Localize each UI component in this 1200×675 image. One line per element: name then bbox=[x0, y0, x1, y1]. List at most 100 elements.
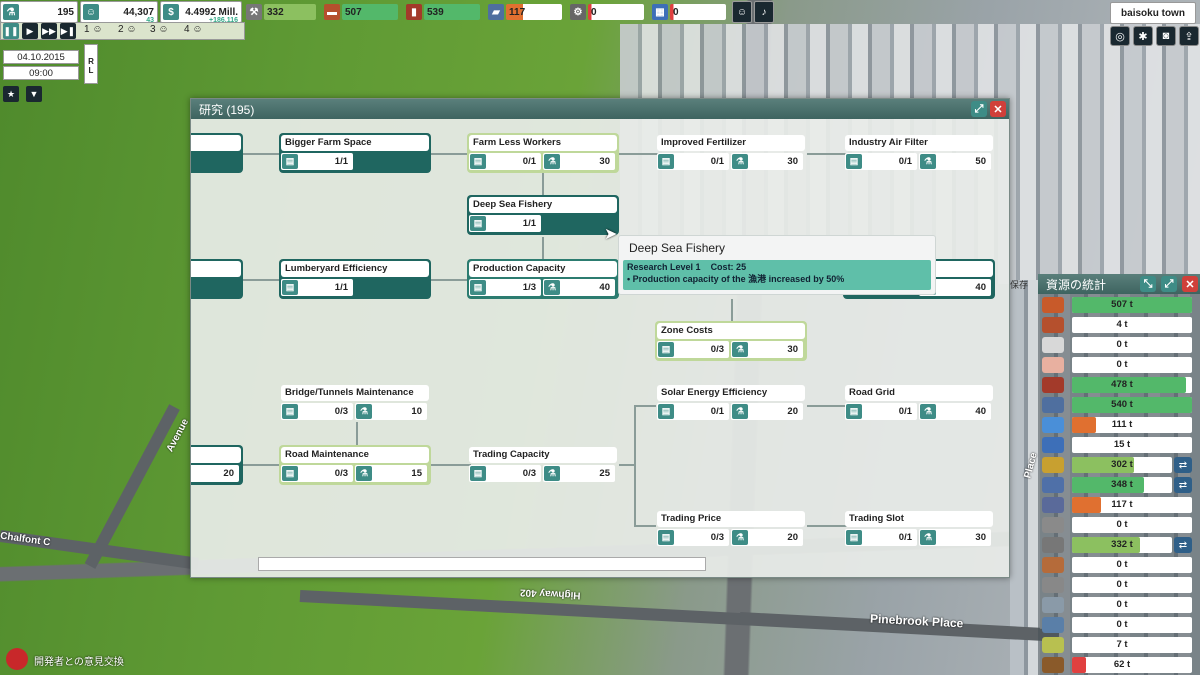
research-node-zone-costs[interactable]: Zone Costs ▤ 0/3 ⚗ 30 bbox=[655, 321, 807, 361]
save-label[interactable]: 保存 bbox=[1010, 278, 1028, 291]
resource-row[interactable]: 332 t ⇄ bbox=[1042, 536, 1192, 554]
stats-expand-button[interactable]: ⤢ bbox=[1161, 276, 1177, 292]
speed-slot-4-label: 4 bbox=[184, 24, 190, 35]
research-node-solar-energy[interactable]: Solar Energy Efficiency ▤ 0/1 ⚗ 20 bbox=[655, 383, 807, 423]
level-icon: ▤ bbox=[282, 404, 298, 419]
bug-report-icon[interactable] bbox=[6, 648, 28, 670]
metal-resource[interactable]: ▰ 117 bbox=[486, 1, 566, 23]
resource-bar: 62 t bbox=[1072, 657, 1192, 673]
resource-row[interactable]: 0 t bbox=[1042, 576, 1192, 594]
research-node-trading-price[interactable]: Trading Price ▤ 0/3 ⚗ 20 bbox=[655, 509, 807, 549]
fast-button[interactable]: ▶▶ bbox=[41, 23, 57, 39]
notification-button[interactable]: ♪ bbox=[754, 1, 774, 23]
favorite-button[interactable]: ★ bbox=[3, 86, 19, 102]
resource-value: 15 t bbox=[1113, 439, 1131, 450]
resource-row[interactable]: 478 t bbox=[1042, 376, 1192, 394]
resource-row[interactable]: 507 t bbox=[1042, 296, 1192, 314]
close-button[interactable]: ✕ bbox=[990, 101, 1006, 117]
research-node-trading-slot[interactable]: Trading Slot ▤ 0/1 ⚗ 30 bbox=[843, 509, 995, 549]
resource-row[interactable]: 62 t bbox=[1042, 656, 1192, 674]
resource-row[interactable]: 7 t bbox=[1042, 636, 1192, 654]
stats-collapse-button[interactable]: ⤡ bbox=[1140, 276, 1156, 292]
trade-swap-icon[interactable]: ⇄ bbox=[1174, 477, 1192, 493]
time-display: 09:00 bbox=[3, 66, 79, 80]
speed-slot-3[interactable]: 3 ☺ bbox=[150, 24, 169, 35]
pause-button[interactable]: ❚❚ bbox=[3, 23, 19, 39]
node-level: 0/3 bbox=[334, 468, 348, 479]
resource-row[interactable]: 348 t ⇄ bbox=[1042, 476, 1192, 494]
flask-icon: ⚗ bbox=[920, 154, 936, 169]
brick-resource[interactable]: ▮ 539 bbox=[404, 1, 484, 23]
research-node-road-maintenance[interactable]: Road Maintenance ▤ 0/3 ⚗ 15 bbox=[279, 445, 431, 485]
resource-row[interactable]: 540 t bbox=[1042, 396, 1192, 414]
research-node-cut-2[interactable] bbox=[191, 259, 243, 299]
research-node-deep-sea-fishery[interactable]: Deep Sea Fishery ▤ 1/1 bbox=[467, 195, 619, 235]
play-button[interactable]: ▶ bbox=[22, 23, 38, 39]
resource-row[interactable]: 117 t bbox=[1042, 496, 1192, 514]
electronics-resource[interactable]: ▦ 0 bbox=[650, 1, 730, 23]
research-node-production-capacity[interactable]: Production Capacity ▤ 1/3 ⚗ 40 bbox=[467, 259, 619, 299]
trade-swap-icon[interactable]: ⇄ bbox=[1174, 537, 1192, 553]
node-cost: 40 bbox=[975, 406, 986, 417]
machine-resource[interactable]: ⚙ 0 bbox=[568, 1, 648, 23]
resource-row[interactable]: 4 t bbox=[1042, 316, 1192, 334]
research-scrollbar[interactable] bbox=[258, 557, 706, 571]
speed-slot-2-label: 2 bbox=[118, 24, 124, 35]
town-name[interactable]: baisoku town bbox=[1110, 2, 1196, 24]
resource-row[interactable]: 0 t bbox=[1042, 556, 1192, 574]
research-node-cut-1[interactable] bbox=[191, 133, 243, 173]
tooltip-cost: Cost: 25 bbox=[710, 262, 747, 272]
research-node-bridge-tunnels[interactable]: Bridge/Tunnels Maintenance ▤ 0/3 ⚗ 10 bbox=[279, 383, 431, 423]
export-button[interactable]: ⇪ bbox=[1179, 26, 1199, 46]
population-stat[interactable]: ☺ 44,307 43 bbox=[80, 1, 158, 24]
filter-button[interactable]: ▼ bbox=[26, 86, 42, 102]
resource-row[interactable]: 0 t bbox=[1042, 596, 1192, 614]
research-node-improved-fertilizer[interactable]: Improved Fertilizer ▤ 0/1 ⚗ 30 bbox=[655, 133, 807, 173]
node-name: Improved Fertilizer bbox=[657, 135, 805, 151]
resource-row[interactable]: 302 t ⇄ bbox=[1042, 456, 1192, 474]
funnel-icon: ▼ bbox=[29, 89, 39, 99]
settings-button[interactable]: ✱ bbox=[1133, 26, 1153, 46]
resource-row[interactable]: 0 t bbox=[1042, 616, 1192, 634]
resource-row[interactable]: 15 t bbox=[1042, 436, 1192, 454]
money-value: 4.4992 Mill. bbox=[185, 6, 238, 18]
fastest-button[interactable]: ▶❚ bbox=[60, 23, 76, 39]
node-name: Solar Energy Efficiency bbox=[657, 385, 805, 401]
speed-slot-2[interactable]: 2 ☺ bbox=[118, 24, 137, 35]
trade-swap-icon[interactable]: ⇄ bbox=[1174, 457, 1192, 473]
rl-toggle[interactable]: R L bbox=[84, 44, 98, 84]
tools-resource[interactable]: ⚒ 332 bbox=[244, 1, 320, 23]
resource-bar: 0 t bbox=[1072, 617, 1192, 633]
wood-resource[interactable]: ▬ 507 bbox=[322, 1, 402, 23]
coin-button[interactable]: ◎ bbox=[1110, 26, 1130, 46]
stats-close-button[interactable]: ✕ bbox=[1182, 276, 1198, 292]
flask-icon: ⚗ bbox=[544, 154, 560, 169]
node-level: 1/1 bbox=[334, 282, 348, 293]
speed-slot-1[interactable]: 1 ☺ bbox=[84, 24, 103, 35]
research-titlebar[interactable]: 研究 (195) bbox=[191, 99, 1009, 119]
node-level: 1/1 bbox=[334, 156, 348, 167]
research-node-road-grid[interactable]: Road Grid ▤ 0/1 ⚗ 40 bbox=[843, 383, 995, 423]
resource-row[interactable]: 0 t bbox=[1042, 356, 1192, 374]
connector bbox=[542, 173, 544, 197]
research-node-lumberyard-efficiency[interactable]: Lumberyard Efficiency ▤ 1/1 bbox=[279, 259, 431, 299]
speed-slot-4[interactable]: 4 ☺ bbox=[184, 24, 203, 35]
money-stat[interactable]: $4.4992 Mill. +186,116 bbox=[160, 1, 242, 24]
info-button[interactable]: ☺ bbox=[732, 1, 752, 23]
node-name: Bigger Farm Space bbox=[281, 135, 429, 151]
tooltip-title: Deep Sea Fishery bbox=[629, 241, 726, 255]
research-node-bigger-farm-space[interactable]: Bigger Farm Space ▤ 1/1 bbox=[279, 133, 431, 173]
expand-button[interactable]: ⤢ bbox=[971, 101, 987, 117]
research-node-industry-air-filter[interactable]: Industry Air Filter ▤ 0/1 ⚗ 50 bbox=[843, 133, 995, 173]
level-icon: ▤ bbox=[846, 404, 862, 419]
first-row-icon bbox=[1042, 297, 1064, 313]
resource-row[interactable]: 111 t bbox=[1042, 416, 1192, 434]
resource-row[interactable]: 0 t bbox=[1042, 336, 1192, 354]
resource-row[interactable]: 0 t bbox=[1042, 516, 1192, 534]
camera-button[interactable]: ◙ bbox=[1156, 26, 1176, 46]
research-node-cut-3[interactable]: 20 bbox=[191, 445, 243, 485]
feedback-link[interactable]: 開発者との意見交換 bbox=[34, 653, 124, 668]
research-node-farm-less-workers[interactable]: Farm Less Workers ▤ 0/1 ⚗ 30 bbox=[467, 133, 619, 173]
research-points-stat[interactable]: ⚗ 195 bbox=[0, 1, 78, 23]
research-node-trading-capacity[interactable]: Trading Capacity ▤ 0/3 ⚗ 25 bbox=[467, 445, 619, 485]
